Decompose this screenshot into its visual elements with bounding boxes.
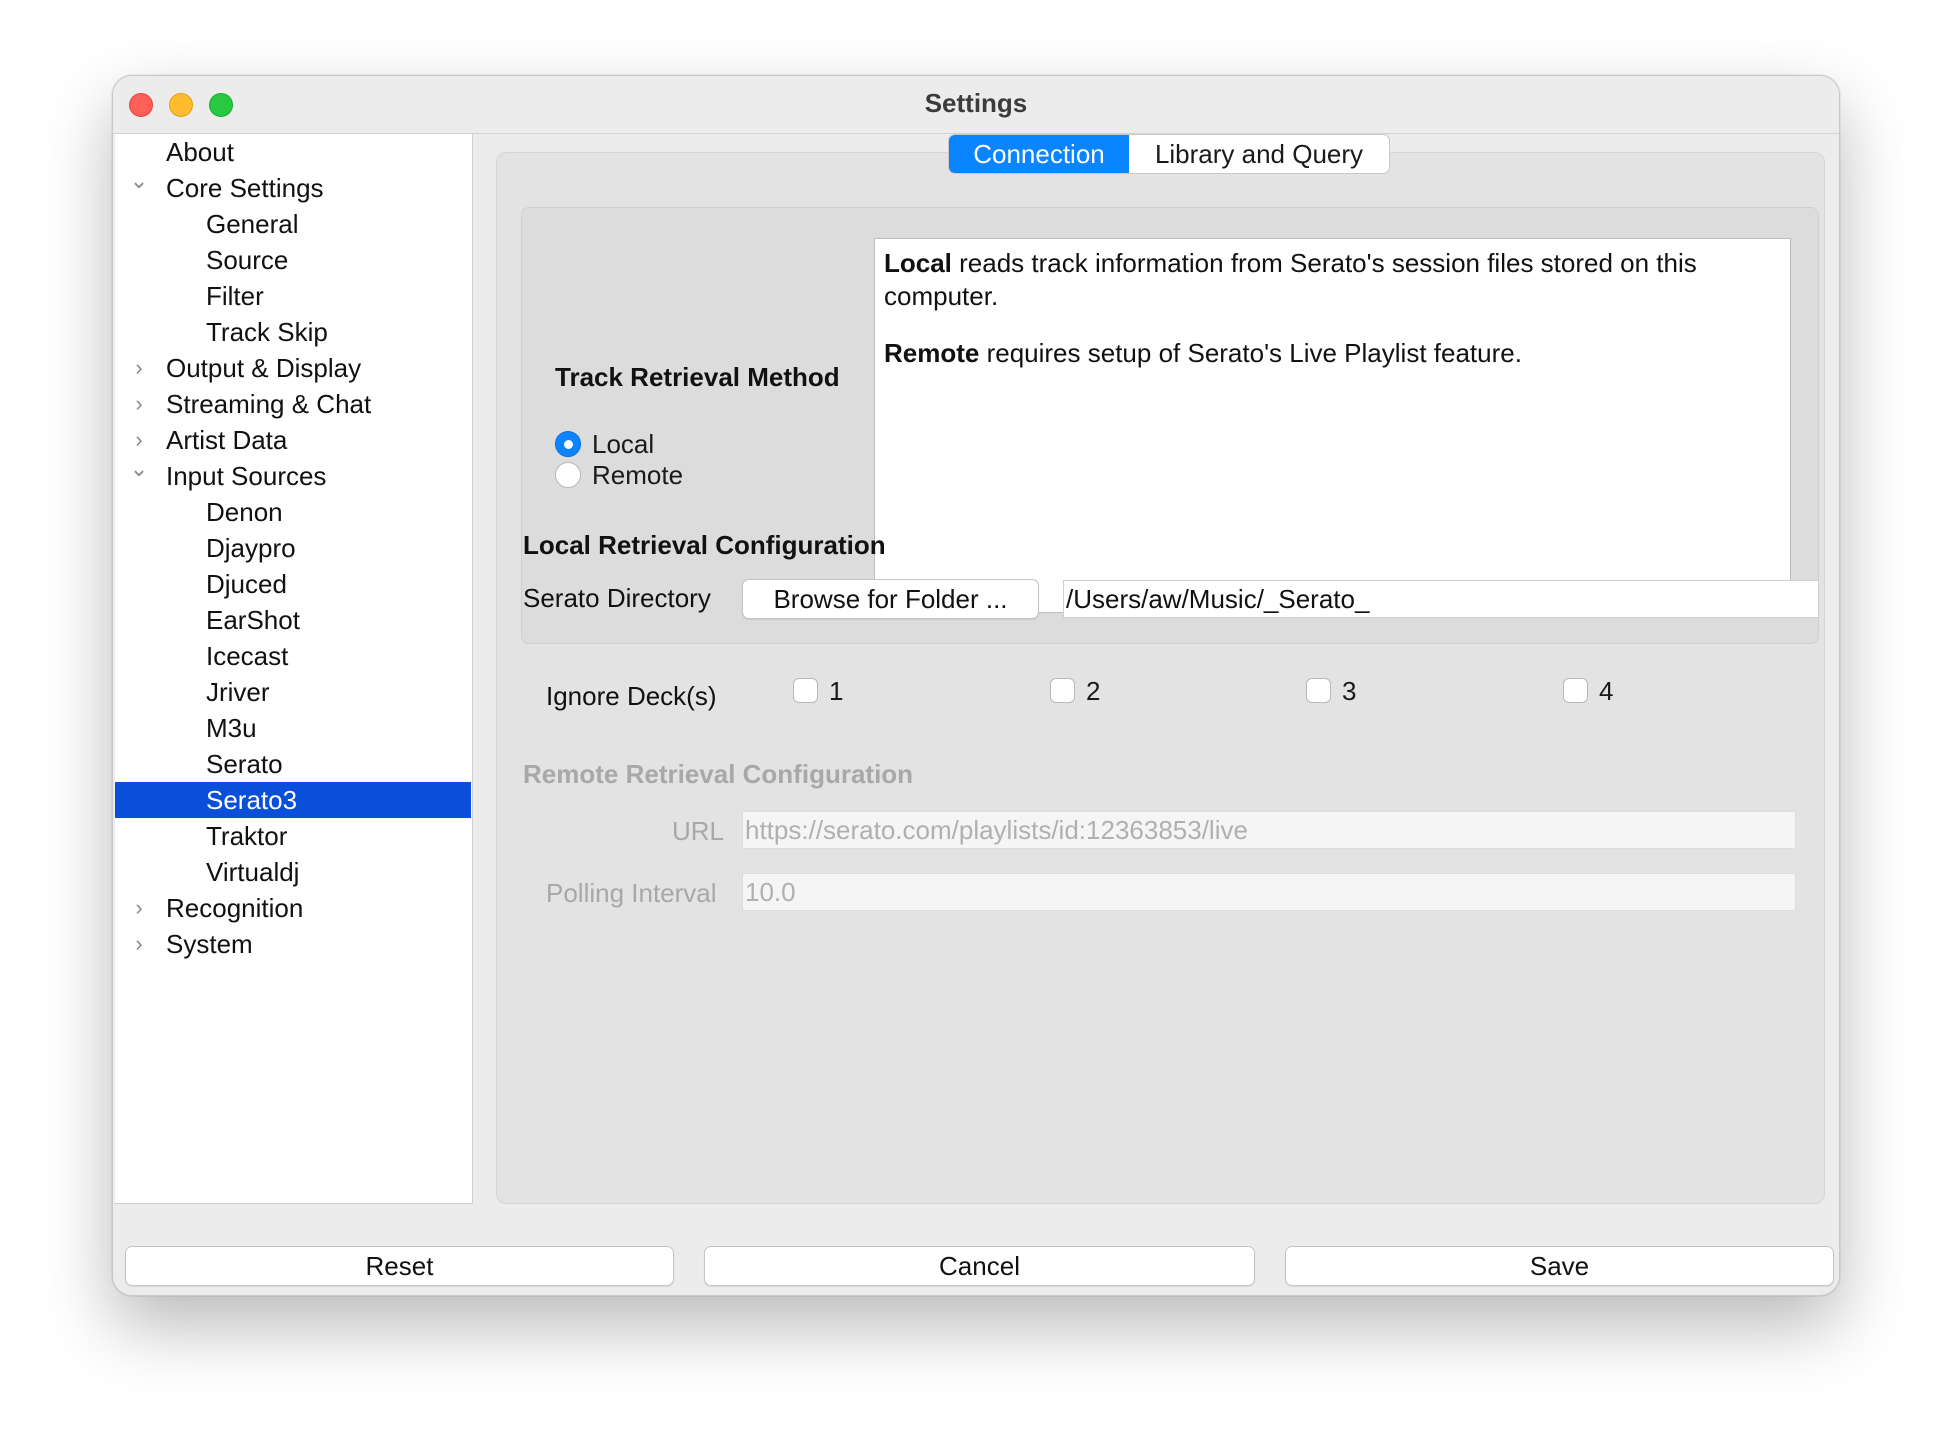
sidebar-item-filter[interactable]: Filter: [115, 278, 471, 314]
sidebar-item-recognition[interactable]: › Recognition: [115, 890, 471, 926]
sidebar-item-serato3[interactable]: Serato3: [115, 782, 471, 818]
deck-3-label: 3: [1342, 676, 1357, 706]
sidebar-item-label: Icecast: [206, 641, 289, 671]
chevron-down-icon[interactable]: ⌄: [127, 451, 151, 487]
deck-1-label: 1: [829, 676, 844, 706]
radio-remote-indicator[interactable]: [555, 462, 581, 488]
serato-directory-field[interactable]: /Users/aw/Music/_Serato_: [1063, 580, 1819, 618]
radio-local-label: Local: [592, 429, 655, 459]
deck-2-checkbox[interactable]: [1050, 678, 1075, 703]
sidebar-item-track-skip[interactable]: Track Skip: [115, 314, 471, 350]
url-label: URL: [672, 816, 725, 846]
sidebar-item-about[interactable]: About: [115, 134, 471, 170]
polling-interval-label: Polling Interval: [546, 878, 717, 908]
deck-3-checkbox[interactable]: [1306, 678, 1331, 703]
sidebar-item-label: M3u: [206, 713, 257, 743]
sidebar-item-label: Virtualdj: [206, 857, 300, 887]
sidebar-item-label: About: [166, 137, 234, 167]
tab-connection[interactable]: Connection: [949, 135, 1129, 173]
tab-library-and-query[interactable]: Library and Query: [1129, 135, 1389, 173]
track-retrieval-method-label: Track Retrieval Method: [555, 362, 840, 392]
window-title: Settings: [924, 88, 1028, 118]
chevron-right-icon[interactable]: ›: [127, 350, 151, 386]
settings-window: Settings About ⌄ Core Settings General Sourc…: [112, 75, 1840, 1296]
local-config-title: Local Retrieval Configuration: [523, 530, 886, 560]
sidebar-item-label: Jriver: [206, 677, 270, 707]
sidebar-item-label: Traktor: [206, 821, 288, 851]
sidebar-item-label: Input Sources: [166, 461, 327, 491]
sidebar-item-label: General: [206, 209, 299, 239]
retrieval-info-text: Local reads track information from Serat…: [874, 238, 1791, 613]
sidebar-item-label: Recognition: [166, 893, 304, 923]
sidebar-item-input-sources[interactable]: ⌄ Input Sources: [115, 456, 471, 494]
sidebar-item-label: Core Settings: [166, 173, 324, 203]
ignore-decks-label: Ignore Deck(s): [546, 681, 717, 711]
sidebar-item-label: System: [166, 929, 253, 959]
remote-config-title: Remote Retrieval Configuration: [523, 759, 914, 789]
info-remote-text: requires setup of Serato's Live Playlist…: [979, 338, 1522, 368]
sidebar-item-label: Djuced: [206, 569, 287, 599]
title-bar: Settings: [113, 76, 1839, 134]
chevron-down-icon[interactable]: ⌄: [127, 163, 151, 199]
remote-url-field[interactable]: https://serato.com/playlists/id:12363853…: [742, 811, 1796, 849]
sidebar-item-label: Denon: [206, 497, 283, 527]
sidebar-item-label: Serato: [206, 749, 283, 779]
sidebar-item-virtualdj[interactable]: Virtualdj: [115, 854, 471, 890]
sidebar-item-label: Artist Data: [166, 425, 288, 455]
sidebar-item-label: Filter: [206, 281, 264, 311]
sidebar-item-core-settings[interactable]: ⌄ Core Settings: [115, 168, 471, 206]
sidebar-item-label: Source: [206, 245, 289, 275]
info-local-bold: Local: [884, 248, 952, 278]
deck-4-checkbox[interactable]: [1563, 678, 1588, 703]
deck-2-label: 2: [1086, 676, 1101, 706]
serato-directory-label: Serato Directory: [523, 583, 711, 613]
sidebar-item-label: EarShot: [206, 605, 300, 635]
sidebar-item-label: Streaming & Chat: [166, 389, 372, 419]
polling-interval-field[interactable]: 10.0: [742, 873, 1796, 911]
sidebar-item-serato[interactable]: Serato: [115, 746, 471, 782]
sidebar-item-source[interactable]: Source: [115, 242, 471, 278]
save-button[interactable]: Save: [1285, 1246, 1834, 1286]
chevron-right-icon[interactable]: ›: [127, 890, 151, 926]
sidebar-item-denon[interactable]: Denon: [115, 494, 471, 530]
sidebar-item-jriver[interactable]: Jriver: [115, 674, 471, 710]
tab-bar: Connection Library and Query: [948, 134, 1390, 174]
sidebar-item-system[interactable]: › System: [115, 926, 471, 962]
browse-folder-button[interactable]: Browse for Folder ...: [742, 579, 1039, 619]
radio-local-indicator[interactable]: [555, 431, 581, 457]
sidebar-item-label: Serato3: [206, 785, 298, 815]
info-local-text: reads track information from Serato's se…: [884, 248, 1697, 311]
sidebar-item-output-display[interactable]: › Output & Display: [115, 350, 471, 386]
sidebar-item-label: Track Skip: [206, 317, 328, 347]
chevron-right-icon[interactable]: ›: [127, 386, 151, 422]
settings-sidebar-tree: About ⌄ Core Settings General Source Filter Tr…: [115, 134, 473, 1204]
sidebar-item-icecast[interactable]: Icecast: [115, 638, 471, 674]
radio-remote-label: Remote: [592, 460, 684, 490]
sidebar-item-label: Djaypro: [206, 533, 296, 563]
sidebar-item-label: Output & Display: [166, 353, 362, 383]
info-remote-bold: Remote: [884, 338, 980, 368]
deck-1-checkbox[interactable]: [793, 678, 818, 703]
cancel-button[interactable]: Cancel: [704, 1246, 1255, 1286]
sidebar-item-traktor[interactable]: Traktor: [115, 818, 471, 854]
sidebar-item-djaypro[interactable]: Djaypro: [115, 530, 471, 566]
reset-button[interactable]: Reset: [125, 1246, 674, 1286]
sidebar-item-streaming-chat[interactable]: › Streaming & Chat: [115, 386, 471, 422]
sidebar-item-djuced[interactable]: Djuced: [115, 566, 471, 602]
sidebar-item-artist-data[interactable]: › Artist Data: [115, 422, 471, 458]
sidebar-item-general[interactable]: General: [115, 206, 471, 242]
chevron-right-icon[interactable]: ›: [127, 926, 151, 962]
sidebar-item-earshot[interactable]: EarShot: [115, 602, 471, 638]
deck-4-label: 4: [1599, 676, 1614, 706]
sidebar-item-m3u[interactable]: M3u: [115, 710, 471, 746]
